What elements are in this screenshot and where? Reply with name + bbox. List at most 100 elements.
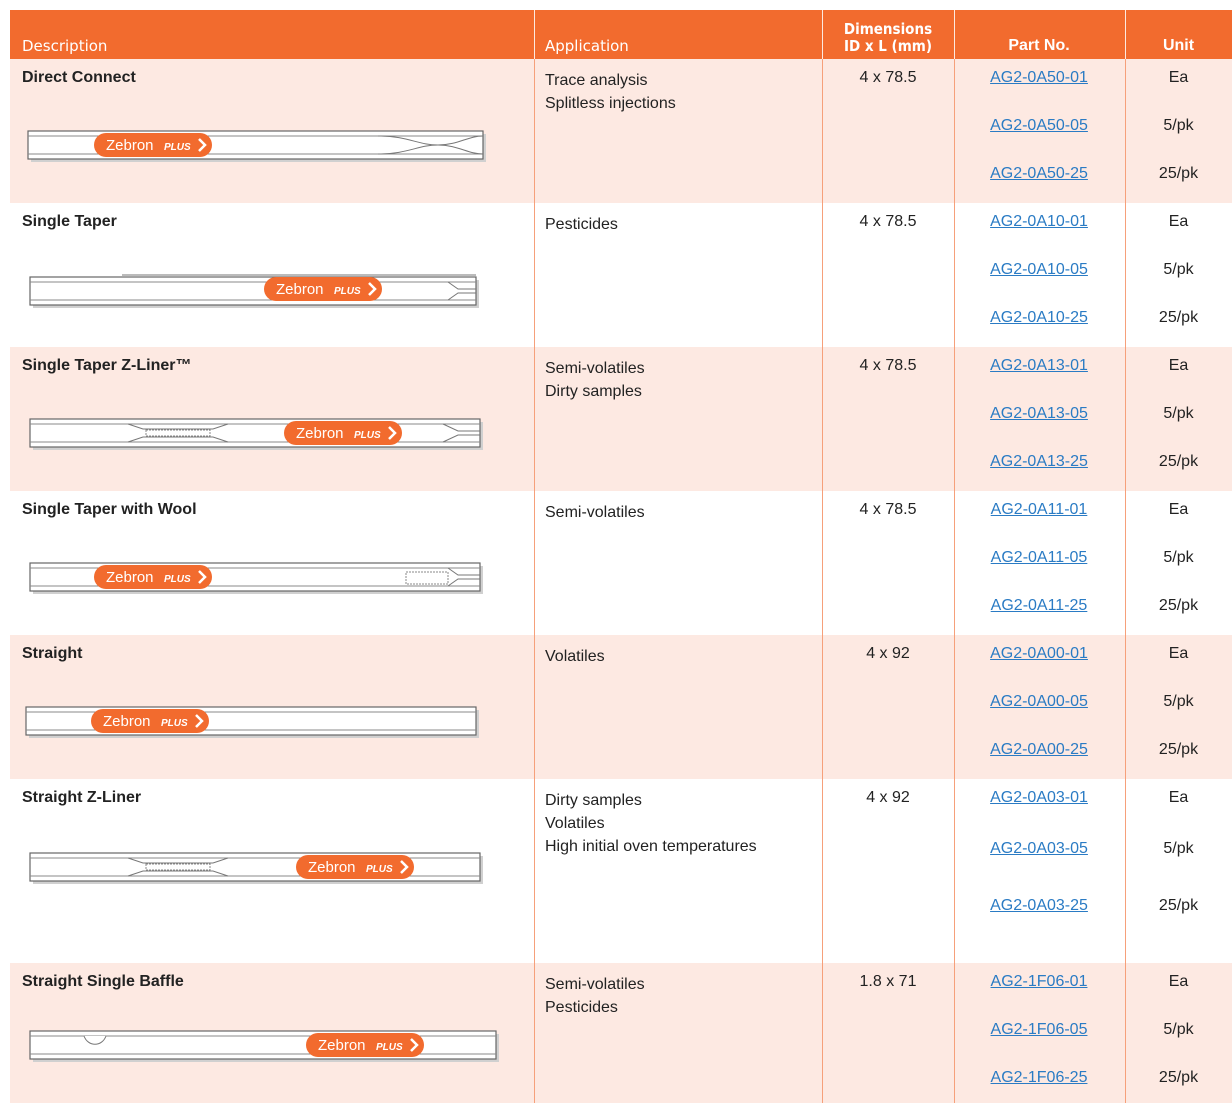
- application-list: Pesticides: [545, 213, 618, 236]
- unit-value: Ea: [1168, 789, 1189, 806]
- table-row: Single Taper Zebron PLUS Pesticides 4 x 7…: [10, 203, 1232, 347]
- unit-value: 25/pk: [1158, 741, 1199, 758]
- part-number-cell: AG2-0A10-05: [954, 261, 1124, 279]
- dimensions-value: 1.8 x 71: [859, 973, 917, 990]
- part-number-link[interactable]: AG2-0A03-01: [990, 789, 1088, 806]
- header-dimensions-line1: Dimensions: [843, 20, 933, 38]
- application-item: Semi-volatiles: [545, 976, 645, 993]
- badge-sub-text: PLUS: [334, 286, 361, 297]
- badge-text: Zebron: [106, 569, 154, 586]
- table-row: Straight Single Baffle Zebron PLUS Semi-…: [10, 963, 1232, 1103]
- part-number-link[interactable]: AG2-0A03-25: [990, 897, 1088, 914]
- part-number-link[interactable]: AG2-0A10-05: [990, 261, 1088, 278]
- part-number-link[interactable]: AG2-1F06-05: [991, 1021, 1088, 1038]
- dimensions-value: 4 x 78.5: [859, 357, 917, 374]
- part-number-link[interactable]: AG2-0A11-05: [991, 549, 1088, 566]
- product-name: Single Taper with Wool: [22, 501, 197, 518]
- application-list: Semi-volatiles Pesticides: [545, 973, 645, 1019]
- application-item: Dirty samples: [545, 383, 642, 400]
- table-row: Straight Zebron PLUS Volatiles 4 x 92 AG2-…: [10, 635, 1232, 779]
- part-number-link[interactable]: AG2-0A10-01: [990, 213, 1088, 230]
- liner-diagram: Zebron PLUS: [29, 852, 483, 884]
- product-name: Straight Z-Liner: [22, 789, 142, 806]
- dimensions-value: 4 x 78.5: [859, 69, 917, 86]
- application-item: Trace analysis: [545, 72, 648, 89]
- unit-value: 25/pk: [1158, 1069, 1199, 1086]
- unit-value: 5/pk: [1163, 1021, 1194, 1038]
- part-number-cell: AG2-0A11-05: [954, 549, 1124, 567]
- part-number-link[interactable]: AG2-1F06-01: [991, 973, 1088, 990]
- badge-sub-text: PLUS: [164, 142, 191, 153]
- part-number-link[interactable]: AG2-0A50-25: [990, 165, 1088, 182]
- table-row: Single Taper with Wool Zebron PLUS Semi-…: [10, 491, 1232, 635]
- unit-value: 5/pk: [1163, 405, 1194, 422]
- column-divider: [534, 491, 535, 635]
- part-number-cell: AG2-0A50-05: [954, 117, 1124, 135]
- dimensions-value: 4 x 92: [866, 645, 910, 662]
- application-item: Semi-volatiles: [545, 360, 645, 377]
- part-number-link[interactable]: AG2-0A13-05: [990, 405, 1088, 422]
- part-number-cell: AG2-1F06-01: [954, 973, 1124, 991]
- table-body: Direct Connect Zebron PLUS Trace analysi…: [10, 59, 1232, 1103]
- zebron-plus-badge: Zebron PLUS: [94, 133, 212, 157]
- header-divider: [534, 10, 535, 59]
- application-list: Dirty samples Volatiles High initial oven …: [545, 789, 757, 858]
- part-number-cell: AG2-0A13-01: [954, 357, 1124, 375]
- badge-text: Zebron: [276, 281, 324, 298]
- application-item: Pesticides: [545, 216, 618, 233]
- part-number-link[interactable]: AG2-0A03-05: [990, 840, 1088, 857]
- header-part-no: Part No.: [1008, 37, 1070, 54]
- part-number-cell: AG2-0A03-01: [954, 789, 1124, 807]
- product-name: Straight: [22, 645, 83, 662]
- badge-sub-text: PLUS: [376, 1042, 403, 1053]
- dimensions-value: 4 x 92: [866, 789, 910, 806]
- application-list: Semi-volatiles Dirty samples: [545, 357, 645, 403]
- part-number-link[interactable]: AG2-0A13-25: [990, 453, 1088, 470]
- part-number-cell: AG2-0A11-01: [954, 501, 1124, 519]
- badge-text: Zebron: [103, 713, 151, 730]
- unit-value: Ea: [1168, 357, 1189, 374]
- column-divider: [534, 963, 535, 1103]
- application-item: High initial oven temperatures: [545, 838, 757, 855]
- application-item: Splitless injections: [545, 95, 676, 112]
- product-name: Single Taper Z-Liner™: [22, 357, 192, 374]
- part-number-link[interactable]: AG2-0A00-01: [990, 645, 1088, 662]
- part-number-link[interactable]: AG2-0A00-25: [990, 741, 1088, 758]
- unit-value: Ea: [1168, 645, 1189, 662]
- part-number-link[interactable]: AG2-0A13-01: [990, 357, 1088, 374]
- column-divider: [534, 347, 535, 491]
- unit-value: 25/pk: [1158, 897, 1199, 914]
- zebron-plus-badge: Zebron PLUS: [306, 1033, 424, 1057]
- part-number-link[interactable]: AG2-0A50-05: [990, 117, 1088, 134]
- application-list: Semi-volatiles: [545, 501, 645, 524]
- header-dimensions: Dimensions ID x L (mm): [822, 21, 954, 55]
- unit-value: Ea: [1168, 69, 1189, 86]
- column-divider: [534, 635, 535, 779]
- part-number-cell: AG2-0A00-25: [954, 741, 1124, 759]
- part-number-link[interactable]: AG2-0A11-25: [991, 597, 1088, 614]
- unit-value: Ea: [1168, 213, 1189, 230]
- part-number-link[interactable]: AG2-0A11-01: [991, 501, 1088, 518]
- part-number-link[interactable]: AG2-0A00-05: [990, 693, 1088, 710]
- application-item: Pesticides: [545, 999, 618, 1016]
- unit-value: 5/pk: [1163, 549, 1194, 566]
- part-number-link[interactable]: AG2-0A10-25: [990, 309, 1088, 326]
- product-name: Direct Connect: [22, 69, 136, 86]
- application-list: Volatiles: [545, 645, 605, 668]
- liner-diagram: Zebron PLUS: [29, 274, 479, 308]
- column-divider: [534, 779, 535, 963]
- column-divider: [534, 59, 535, 203]
- unit-value: 5/pk: [1163, 840, 1194, 857]
- header-dimensions-line2: ID x L (mm): [843, 37, 933, 55]
- liner-diagram: Zebron PLUS: [29, 418, 483, 450]
- liner-diagram: Zebron PLUS: [29, 562, 483, 594]
- badge-text: Zebron: [308, 859, 356, 876]
- part-number-link[interactable]: AG2-1F06-25: [991, 1069, 1088, 1086]
- part-number-cell: AG2-0A03-25: [954, 897, 1124, 915]
- application-list: Trace analysis Splitless injections: [545, 69, 676, 115]
- part-number-link[interactable]: AG2-0A50-01: [990, 69, 1088, 86]
- unit-value: Ea: [1168, 501, 1189, 518]
- badge-text: Zebron: [318, 1037, 366, 1054]
- product-name: Single Taper: [22, 213, 117, 230]
- badge-sub-text: PLUS: [366, 864, 393, 875]
